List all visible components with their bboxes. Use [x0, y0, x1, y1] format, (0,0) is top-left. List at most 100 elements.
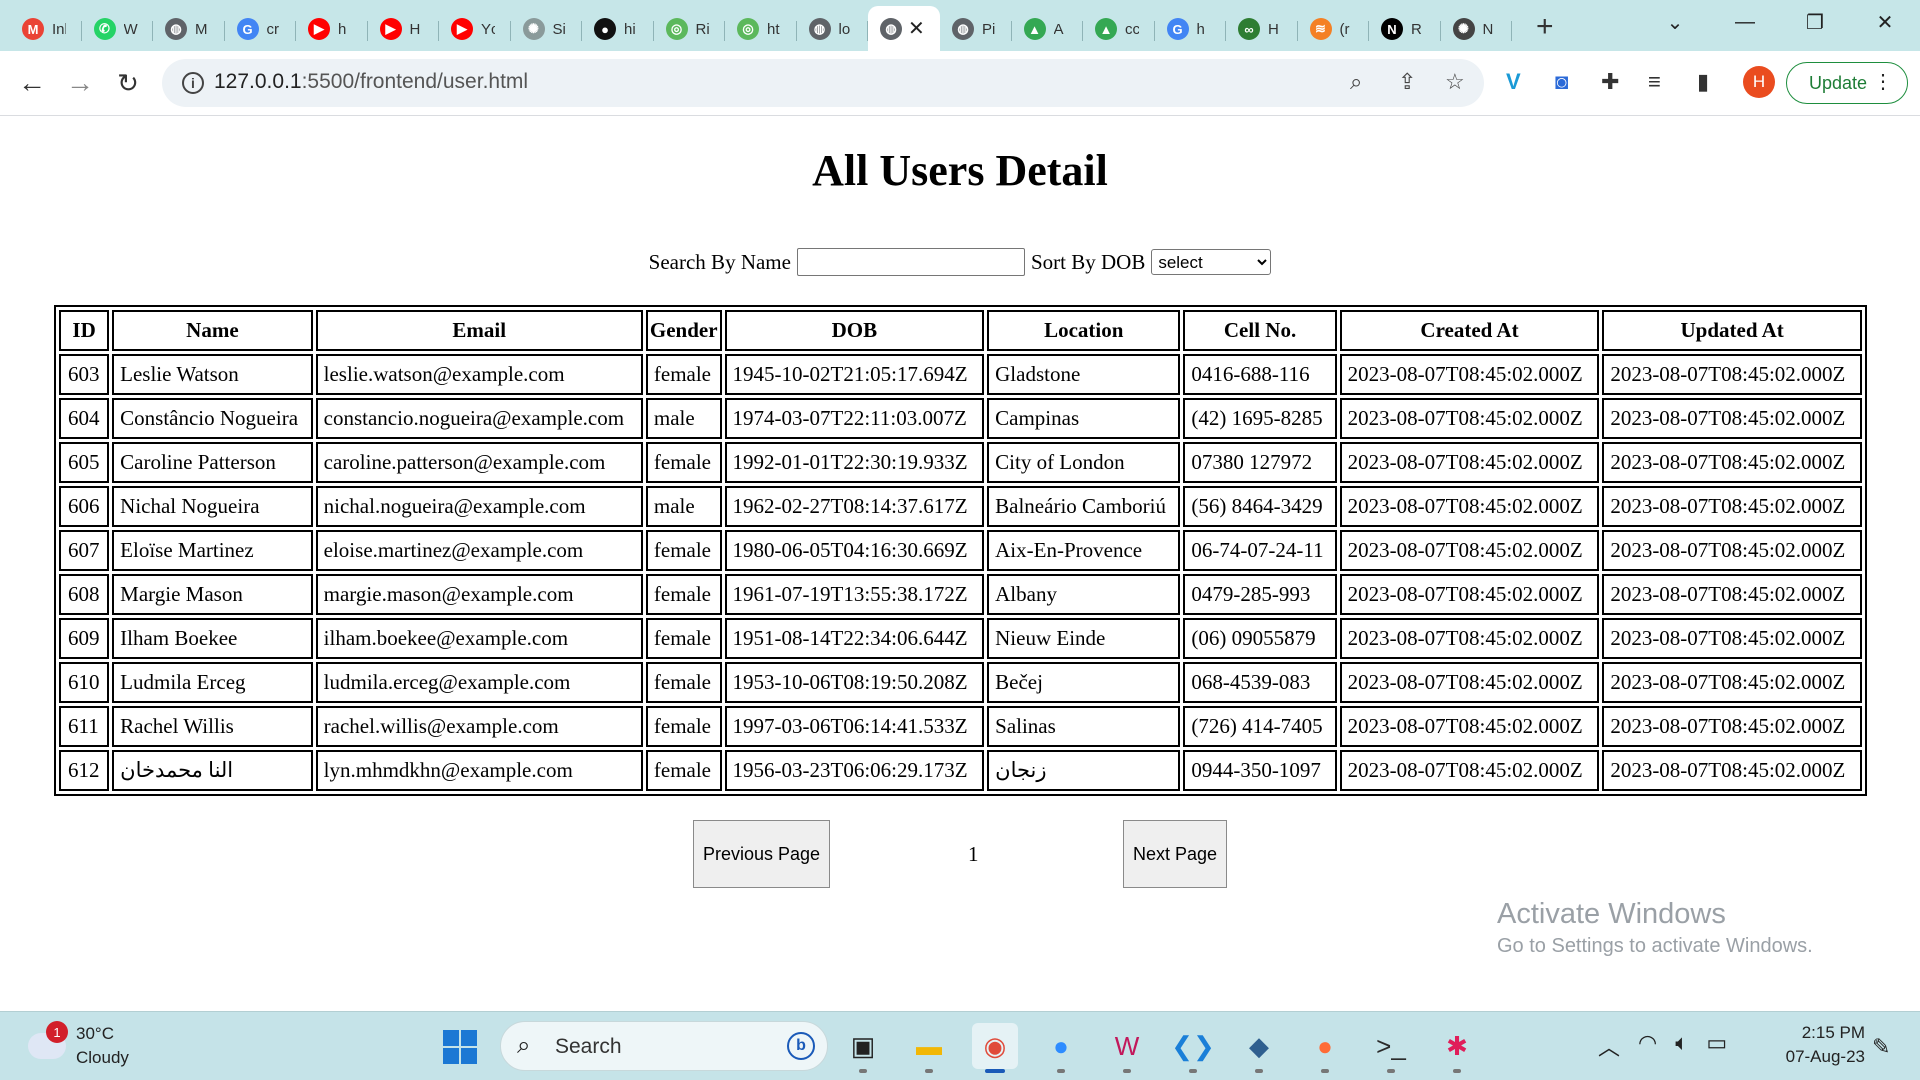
weather-widget[interactable]: 1 30°C Cloudy [28, 1021, 129, 1070]
table-row: 609 Ilham Boekee ilham.boekee@example.com f… [59, 618, 1862, 659]
profile-avatar[interactable]: H [1743, 66, 1775, 98]
browser-tab[interactable]: ∞ H [1226, 9, 1298, 49]
browser-tab[interactable]: ▲ cc [1083, 9, 1155, 49]
reload-button[interactable]: ↻ [108, 63, 148, 103]
table-cell: 2023-08-07T08:45:02.000Z [1339, 706, 1600, 747]
notifications-icon[interactable]: ✎ [1872, 1034, 1890, 1060]
previous-page-button[interactable]: Previous Page [693, 820, 830, 888]
table-cell: 608 [59, 574, 110, 615]
task-view-icon[interactable]: ▣ [840, 1023, 886, 1073]
minimize-button[interactable]: — [1710, 0, 1780, 44]
browser-tab[interactable]: ≋ (r [1298, 9, 1370, 49]
search-name-input[interactable] [796, 248, 1025, 276]
bookmark-star-icon[interactable]: ☆ [1445, 69, 1465, 95]
next-page-button[interactable]: Next Page [1123, 820, 1227, 888]
reading-list-icon[interactable]: ≡ [1648, 69, 1661, 95]
browser-tab[interactable]: Gh [1155, 9, 1227, 49]
sort-dob-select[interactable]: select [1151, 249, 1272, 275]
table-cell: female [645, 706, 722, 747]
mysql-workbench-icon-glyph: ◆ [1249, 1030, 1269, 1061]
browser-tab[interactable]: ▶ Yc [439, 9, 511, 49]
tab-active[interactable]: ◍ ✕ [868, 6, 940, 51]
forward-button[interactable]: → [60, 63, 100, 103]
table-cell: 2023-08-07T08:45:02.000Z [1602, 354, 1862, 395]
table-cell: 2023-08-07T08:45:02.000Z [1339, 574, 1600, 615]
close-tab-icon[interactable]: ✕ [908, 16, 925, 41]
postman-icon[interactable]: ● [1302, 1023, 1348, 1073]
column-header: Gender [645, 310, 722, 351]
table-cell: margie.mason@example.com [315, 574, 643, 615]
browser-tab[interactable]: ◍ lo [797, 9, 869, 49]
wps-icon-glyph: W [1114, 1030, 1140, 1061]
stack-icon: ≋ [1309, 18, 1332, 40]
system-clock[interactable]: 2:15 PM 07-Aug-23 [1765, 1021, 1865, 1069]
browser-tab[interactable]: ✺ N [1441, 9, 1513, 49]
search-label: Search By Name [648, 249, 791, 274]
chevron-up-icon[interactable]: ︿ [1598, 1030, 1620, 1062]
address-bar[interactable]: i 127.0.0.1:5500/frontend/user.html ⌕ ⇪ … [162, 59, 1484, 107]
battery-icon[interactable]: ▭ [1706, 1030, 1727, 1062]
browser-tab[interactable]: ● hi [582, 9, 654, 49]
google-icon: G [1166, 18, 1189, 40]
extensions-puzzle-icon[interactable]: ✚ [1601, 69, 1619, 95]
page-title: All Users Detail [812, 146, 1108, 195]
browser-tab[interactable]: M Inbox [10, 9, 82, 49]
browser-tab[interactable]: ◍ Pi [940, 9, 1012, 49]
read-aloud-extension-icon[interactable]: ◙ [1555, 69, 1568, 95]
site-info-icon[interactable]: i [182, 72, 204, 94]
update-button[interactable]: Update ⋮ [1786, 62, 1908, 104]
browser-tab[interactable]: NR [1369, 9, 1441, 49]
vscode-icon[interactable]: ❮❯ [1170, 1023, 1216, 1073]
wps-icon[interactable]: W [1104, 1023, 1150, 1073]
table-cell: (42) 1695-8285 [1183, 398, 1337, 439]
volume-icon[interactable]: 🔈︎ [1675, 1030, 1688, 1062]
table-cell: female [645, 618, 722, 659]
windows-start-icon[interactable] [443, 1030, 477, 1064]
table-cell: nichal.nogueira@example.com [315, 486, 643, 527]
browser-tab[interactable]: ▶ h [296, 9, 368, 49]
slack-icon[interactable]: ✱ [1434, 1023, 1480, 1073]
table-cell: eloise.martinez@example.com [315, 530, 643, 571]
browser-tab[interactable]: ▲ A [1012, 9, 1084, 49]
bing-icon[interactable]: b [787, 1032, 815, 1060]
table-cell: 1951-08-14T22:34:06.644Z [724, 618, 985, 659]
browser-tab[interactable]: ▶ H [368, 9, 440, 49]
notification-badge: 1 [46, 1021, 68, 1043]
browser-tab[interactable]: Gcr [225, 9, 297, 49]
back-button[interactable]: ← [12, 63, 52, 103]
windows-taskbar: 1 30°C Cloudy ⌕ Search b ▣ ▬ ◉ ● W ❮❯ ◆ ● >_ ✱ ︿ … [0, 1011, 1920, 1080]
zoom-icon[interactable]: ● [1038, 1023, 1084, 1073]
table-cell: 611 [59, 706, 110, 747]
tab-search-icon[interactable]: ⌄ [1640, 0, 1710, 44]
taskbar-search-box[interactable]: ⌕ Search b [500, 1021, 828, 1071]
file-explorer-icon[interactable]: ▬ [906, 1023, 952, 1073]
zoom-icon[interactable]: ⌕ [1350, 69, 1362, 95]
browser-tab[interactable]: ✺ Si [511, 9, 583, 49]
browser-tab[interactable]: ◎ Ri [654, 9, 726, 49]
table-cell: 07380 127972 [1183, 442, 1337, 483]
share-icon[interactable]: ⇪ [1398, 69, 1416, 95]
table-cell: Eloïse Martinez [112, 530, 313, 571]
table-cell: ludmila.erceg@example.com [315, 662, 643, 703]
system-tray: ︿ ◠ 🔈︎ ▭ [1598, 1030, 1727, 1062]
url-text[interactable]: 127.0.0.1:5500/frontend/user.html [214, 70, 528, 94]
side-panel-icon[interactable]: ▮ [1697, 69, 1709, 95]
table-row: 603 Leslie Watson leslie.watson@example.co… [59, 354, 1862, 395]
tab-title: H [1268, 20, 1279, 38]
new-tab-button[interactable]: + [1536, 10, 1554, 44]
wifi-icon[interactable]: ◠ [1638, 1030, 1657, 1062]
restore-button[interactable]: ❐ [1780, 0, 1850, 44]
chrome-icon[interactable]: ◉ [972, 1023, 1018, 1073]
mysql-workbench-icon[interactable]: ◆ [1236, 1023, 1282, 1073]
tab-title: N [1482, 20, 1494, 38]
extension-icon: ◎ [737, 18, 759, 40]
close-window-button[interactable]: ✕ [1850, 0, 1920, 44]
table-cell: 1992-01-01T22:30:19.933Z [724, 442, 985, 483]
menu-dots-icon[interactable]: ⋮ [1873, 69, 1893, 94]
browser-tab[interactable]: ◍ M [153, 9, 225, 49]
browser-tab[interactable]: ◎ ht [725, 9, 797, 49]
browser-tab[interactable]: ✆ WhatsApp [82, 9, 154, 49]
vimeo-extension-icon[interactable]: V [1506, 69, 1521, 95]
terminal-icon[interactable]: >_ [1368, 1023, 1414, 1073]
table-cell: female [645, 574, 722, 615]
